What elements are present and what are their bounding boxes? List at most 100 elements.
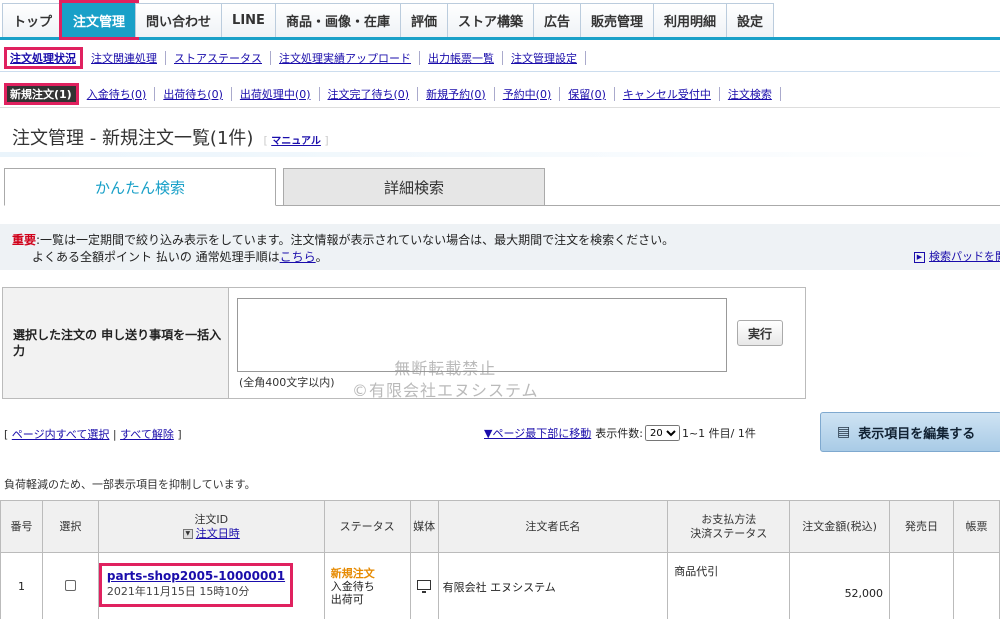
notice-line-2: よくある全額ポイント 払いの 通常処理手順は <box>32 250 280 264</box>
list-controls: [ ページ内すべて選択 | すべて解除 ] ▼ページ最下部に移動 表示件数: 2… <box>0 412 1000 452</box>
tab-line[interactable]: LINE <box>221 3 276 37</box>
important-notice: 重要:一覧は一定期間で絞り込み表示をしています。注文情報が表示されていない場合は… <box>0 224 1000 270</box>
search-pad-label: 検索パッドを開 <box>929 250 1000 263</box>
bulk-memo-hint: (全角400文字以内) <box>239 376 335 389</box>
row-media-cell <box>409 552 439 619</box>
status-navigation: 新規注文(1) 入金待ち(0) 出荷待ち(0) 出荷処理中(0) 注文完了待ち(… <box>0 80 1000 108</box>
bulk-memo-label: 選択した注文の 申し送り事項を一括入力 <box>3 288 229 398</box>
sub-navigation: 注文処理状況 注文関連処理 ストアステータス 注文処理実績アップロード 出力帳票… <box>0 44 1000 72</box>
tab-usage-statement[interactable]: 利用明細 <box>653 3 728 37</box>
notice-line-1: :一覧は一定期間で絞り込み表示をしています。注文情報が表示されていない場合は、最… <box>36 233 675 247</box>
subnav-results-upload[interactable]: 注文処理実績アップロード <box>271 50 420 65</box>
count-select[interactable]: 20 <box>644 425 680 441</box>
selection-links: [ ページ内すべて選択 | すべて解除 ] <box>4 428 182 441</box>
row-number: 1 <box>0 552 43 619</box>
tab-store-build[interactable]: ストア構築 <box>446 3 534 37</box>
status-shipping-in-progress[interactable]: 出荷処理中(0) <box>232 86 320 101</box>
edit-columns-button[interactable]: ▤ 表示項目を編集する <box>820 412 1000 452</box>
header-ship-date: 発売日 <box>889 500 954 553</box>
header-order-date[interactable]: ▼ 注文日時 <box>99 527 324 541</box>
play-icon: ▶ <box>914 251 925 263</box>
status-new-orders[interactable]: 新規注文(1) <box>4 82 79 105</box>
tab-products-images-stock[interactable]: 商品・画像・在庫 <box>274 3 401 37</box>
status-awaiting-completion[interactable]: 注文完了待ち(0) <box>320 86 419 101</box>
tab-ads[interactable]: 広告 <box>532 3 581 37</box>
row-amount: 52,000 <box>789 552 891 619</box>
header-number: 番号 <box>0 500 43 553</box>
tab-reviews[interactable]: 評価 <box>399 3 448 37</box>
tab-simple-search[interactable]: かんたん検索 <box>4 168 276 206</box>
count-label: 表示件数: <box>595 427 643 440</box>
notice-here-link[interactable]: こちら <box>280 250 316 264</box>
header-select: 選択 <box>41 500 99 553</box>
header-customer: 注文者氏名 <box>437 500 669 553</box>
row-status-cell: 新規注文 入金待ち 出荷可 <box>323 552 411 619</box>
row-select-cell <box>41 552 99 619</box>
order-date-sort-link: 注文日時 <box>195 526 240 540</box>
clear-all-link[interactable]: すべて解除 <box>120 428 174 441</box>
status-on-hold[interactable]: 保留(0) <box>560 86 615 101</box>
sort-down-icon: ▼ <box>182 528 193 539</box>
edit-columns-icon: ▤ <box>837 424 851 440</box>
title-divider <box>0 152 1000 157</box>
select-all-link[interactable]: ページ内すべて選択 <box>12 428 110 441</box>
bulk-memo-textarea[interactable] <box>237 298 727 372</box>
header-slip: 帳票 <box>952 500 1000 553</box>
header-order-id: 注文ID ▼ 注文日時 <box>97 500 325 553</box>
load-reduction-note: 負荷軽減のため、一部表示項目を抑制しています。 <box>4 478 256 491</box>
bulk-memo-cell: 実行 (全角400文字以内) <box>229 288 805 398</box>
row-customer: 有限会社 エヌシステム <box>437 552 669 619</box>
status-order-search[interactable]: 注文検索 <box>720 86 781 101</box>
bulk-memo-panel: 選択した注文の 申し送り事項を一括入力 実行 (全角400文字以内) <box>2 287 806 399</box>
tab-top[interactable]: トップ <box>2 3 64 37</box>
page-title: 注文管理 - 新規注文一覧(1件) <box>12 128 254 149</box>
main-navigation: トップ 注文管理 問い合わせ LINE 商品・画像・在庫 評価 ストア構築 広告… <box>0 0 1000 40</box>
status-awaiting-shipment[interactable]: 出荷待ち(0) <box>155 86 232 101</box>
header-payment-method: お支払方法 <box>701 512 757 526</box>
status-cancel-requests[interactable]: キャンセル受付中 <box>615 86 720 101</box>
tab-order-management[interactable]: 注文管理 <box>59 0 140 40</box>
status-new-reservation[interactable]: 新規予約(0) <box>418 86 495 101</box>
range-text: 1~1 件目/ 1件 <box>681 427 756 440</box>
subnav-order-settings[interactable]: 注文管理設定 <box>503 50 586 65</box>
header-order-id-label: 注文ID <box>194 512 229 526</box>
row-ship-date <box>889 552 954 619</box>
order-id-link[interactable]: parts-shop2005-10000001 <box>107 569 285 583</box>
row-slip <box>952 552 1000 619</box>
row-select-checkbox[interactable] <box>64 579 76 591</box>
status-new-order: 新規注文 <box>330 567 375 580</box>
page-title-area: 注文管理 - 新規注文一覧(1件) [ マニュアル ] <box>12 124 329 150</box>
header-amount: 注文金額(税込) <box>789 500 891 553</box>
subnav-order-status[interactable]: 注文処理状況 <box>4 46 83 69</box>
tab-sales-management[interactable]: 販売管理 <box>580 3 655 37</box>
tab-detailed-search[interactable]: 詳細検索 <box>283 168 545 206</box>
order-date: 2021年11月15日 15時10分 <box>106 585 250 598</box>
subnav-output-forms[interactable]: 出力帳票一覧 <box>420 50 503 65</box>
order-id-highlight: parts-shop2005-10000001 2021年11月15日 15時1… <box>98 563 294 607</box>
manual-link[interactable]: マニュアル <box>271 136 321 147</box>
orders-table: 番号 選択 注文ID ▼ 注文日時 ステータス 媒体 注文者氏名 お支払方法 決済… <box>0 500 1000 619</box>
run-button[interactable]: 実行 <box>737 320 783 346</box>
edit-columns-label: 表示項目を編集する <box>858 426 976 442</box>
header-media: 媒体 <box>409 500 439 553</box>
header-payment: お支払方法 決済ステータス <box>667 500 791 553</box>
status-awaiting-payment-text: 入金待ち <box>330 580 375 593</box>
status-reserved[interactable]: 予約中(0) <box>495 86 561 101</box>
paging-controls: ▼ページ最下部に移動 表示件数: 20 1~1 件目/ 1件 <box>484 425 756 441</box>
status-shippable-text: 出荷可 <box>330 593 364 606</box>
table-header-row: 番号 選択 注文ID ▼ 注文日時 ステータス 媒体 注文者氏名 お支払方法 決済… <box>0 500 1000 553</box>
tab-settings[interactable]: 設定 <box>726 3 775 37</box>
row-payment: 商品代引 <box>667 552 791 619</box>
manual-link-wrap: [ マニュアル ] <box>263 134 329 147</box>
status-awaiting-payment[interactable]: 入金待ち(0) <box>79 86 156 101</box>
to-bottom-link[interactable]: ▼ページ最下部に移動 <box>484 425 591 441</box>
row-order-id-cell: parts-shop2005-10000001 2021年11月15日 15時1… <box>97 552 325 619</box>
table-row: 1 parts-shop2005-10000001 2021年11月15日 15… <box>0 552 1000 619</box>
search-pad-link[interactable]: ▶ 検索パッドを開 <box>914 248 1000 265</box>
tab-inquiries[interactable]: 問い合わせ <box>135 3 223 37</box>
notice-line-2-tail: 。 <box>315 250 328 264</box>
subnav-order-related[interactable]: 注文関連処理 <box>83 50 166 65</box>
subnav-store-status[interactable]: ストアステータス <box>166 50 271 65</box>
header-status: ステータス <box>323 500 411 553</box>
important-label: 重要 <box>12 233 37 247</box>
